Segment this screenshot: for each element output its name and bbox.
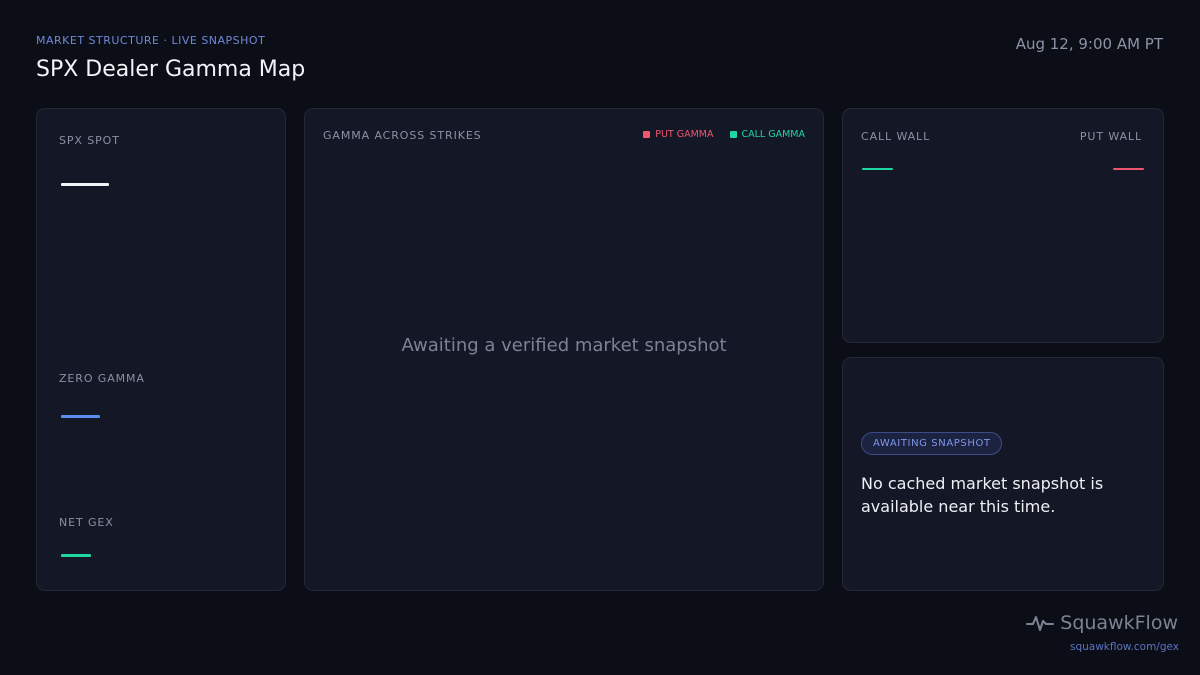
spx-spot-label: SPX SPOT <box>59 134 120 147</box>
pulse-icon <box>1026 616 1055 631</box>
net-gex-value-placeholder <box>61 554 91 557</box>
legend-call-gamma-label: CALL GAMMA <box>741 129 806 140</box>
zero-gamma-value-placeholder <box>61 415 100 418</box>
brand-url[interactable]: squawkflow.com/gex <box>1070 641 1179 653</box>
walls-card: CALL WALL PUT WALL <box>842 108 1164 343</box>
snapshot-status-card: AWAITING SNAPSHOT No cached market snaps… <box>842 357 1164 591</box>
call-gamma-swatch <box>729 131 737 138</box>
put-wall-label: PUT WALL <box>1079 130 1142 143</box>
put-wall-value-placeholder <box>1113 168 1144 170</box>
chart-legend: PUT GAMMA CALL GAMMA <box>643 129 805 140</box>
call-wall-value-placeholder <box>862 168 893 170</box>
gamma-map-page: MARKET STRUCTURE · LIVE SNAPSHOT SPX Dea… <box>0 0 1200 675</box>
chart-empty-state: Awaiting a verified market snapshot <box>401 335 727 356</box>
spx-spot-value-placeholder <box>61 183 109 186</box>
status-message: No cached market snapshot is available n… <box>861 474 1104 516</box>
call-wall-label: CALL WALL <box>861 130 931 143</box>
snapshot-timestamp: Aug 12, 9:00 AM PT <box>1015 35 1163 53</box>
section-eyebrow: MARKET STRUCTURE · LIVE SNAPSHOT <box>36 34 266 47</box>
legend-put-gamma: PUT GAMMA <box>643 129 714 140</box>
key-levels-card: SPX SPOT ZERO GAMMA NET GEX <box>36 108 286 591</box>
net-gex-label: NET GEX <box>59 516 114 529</box>
page-title: SPX Dealer Gamma Map <box>36 57 306 82</box>
legend-put-gamma-label: PUT GAMMA <box>655 129 714 140</box>
status-badge: AWAITING SNAPSHOT <box>861 432 1002 455</box>
zero-gamma-label: ZERO GAMMA <box>59 372 145 385</box>
put-gamma-swatch <box>643 131 651 138</box>
brand-logo[interactable]: SquawkFlow <box>1026 612 1178 634</box>
chart-title: GAMMA ACROSS STRIKES <box>323 129 482 142</box>
gamma-chart-card: GAMMA ACROSS STRIKES PUT GAMMA CALL GAMM… <box>304 108 824 591</box>
brand-name: SquawkFlow <box>1060 612 1178 634</box>
legend-call-gamma: CALL GAMMA <box>729 129 806 140</box>
